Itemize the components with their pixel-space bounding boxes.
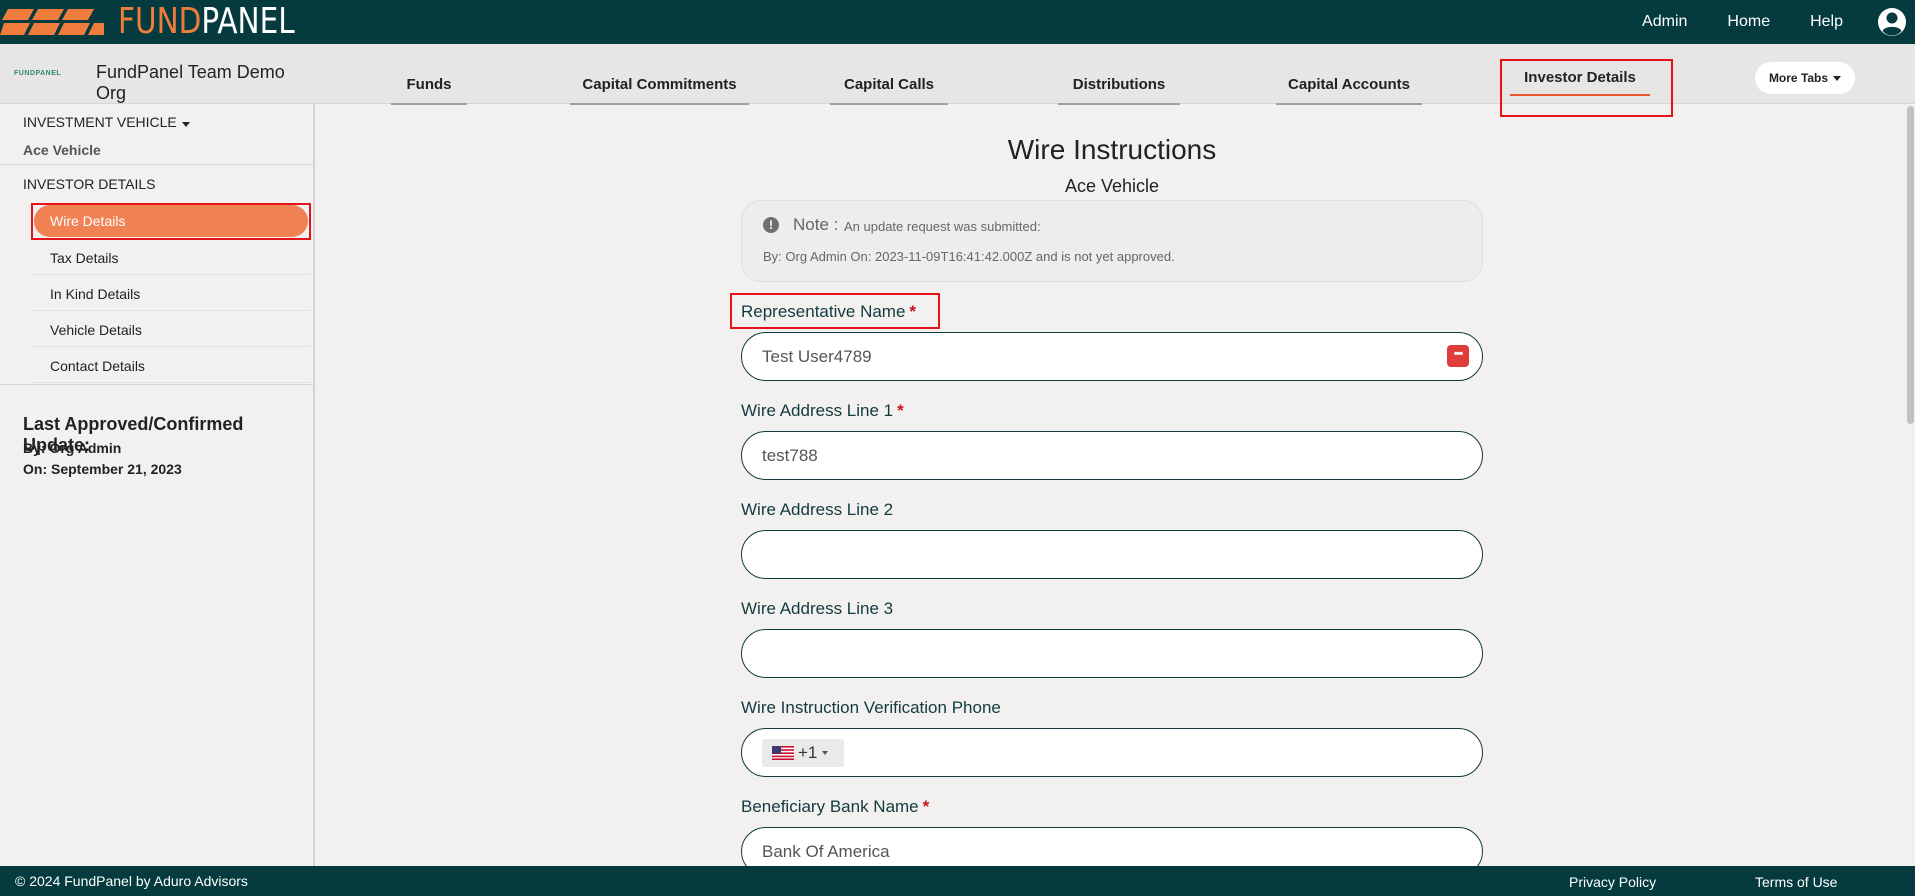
sidebar: INVESTMENT VEHICLE Ace Vehicle INVESTOR …	[0, 104, 315, 866]
exclamation-icon: !	[763, 217, 779, 233]
tab-label: Capital Accounts	[1288, 76, 1410, 93]
note-text-line2: By: Org Admin On: 2023-11-09T16:41:42.00…	[763, 249, 1175, 264]
page-title: Wire Instructions	[1007, 134, 1217, 165]
password-manager-icon[interactable]: •••	[1447, 345, 1469, 367]
divider	[0, 164, 313, 165]
chevron-down-icon	[1833, 75, 1842, 81]
logo-stripes-icon	[0, 9, 104, 35]
representative-name-label: Representative Name *	[741, 302, 916, 322]
beneficiary-bank-input[interactable]	[741, 827, 1483, 866]
privacy-policy-link[interactable]: Privacy Policy	[1569, 874, 1656, 890]
beneficiary-bank-label: Beneficiary Bank Name *	[741, 797, 929, 817]
representative-name-label-text: Representative Name	[741, 302, 906, 321]
wire-address-line1-label: Wire Address Line 1 *	[741, 401, 904, 421]
sidebar-item-contact-details[interactable]: Contact Details	[32, 349, 310, 383]
scrollbar-thumb[interactable]	[1907, 106, 1914, 424]
required-asterisk: *	[897, 401, 904, 420]
tab-capital-calls[interactable]: Capital Calls	[830, 44, 948, 105]
country-code: +1	[798, 743, 818, 762]
top-nav: Admin Home Help	[1642, 0, 1915, 44]
investor-details-heading: INVESTOR DETAILS	[23, 176, 156, 192]
more-tabs-label: More Tabs	[1768, 71, 1829, 85]
wire-address-line1-label-text: Wire Address Line 1	[741, 401, 894, 420]
tab-distributions[interactable]: Distributions	[1058, 44, 1180, 105]
investment-vehicle-dropdown[interactable]: INVESTMENT VEHICLE	[23, 114, 190, 130]
wire-address-line2-label: Wire Address Line 2	[741, 500, 894, 519]
main-content: Wire Instructions Ace Vehicle ! Note : A…	[317, 104, 1895, 866]
required-asterisk: *	[909, 302, 917, 321]
us-flag-icon	[772, 746, 794, 760]
top-bar: FUNDPANEL Admin Home Help	[0, 0, 1915, 44]
verification-phone-input[interactable]: +1	[741, 728, 1483, 777]
vehicle-name: Ace Vehicle	[23, 142, 101, 158]
note-text-line1: An update request was submitted:	[844, 219, 1041, 234]
tab-capital-accounts[interactable]: Capital Accounts	[1276, 44, 1422, 105]
logo-fund-text: FUND	[118, 1, 202, 42]
wire-address-line2-input[interactable]	[741, 530, 1483, 579]
last-update-by: By: Org Admin	[23, 440, 122, 456]
org-mini-logo: FUNDPANEL	[14, 70, 62, 77]
user-account-icon[interactable]	[1877, 7, 1907, 37]
tab-label: Distributions	[1072, 76, 1166, 93]
last-update-on: On: September 21, 2023	[23, 461, 182, 477]
representative-name-input[interactable]	[741, 332, 1483, 381]
footer-copyright: © 2024 FundPanel by Aduro Advisors	[15, 873, 248, 889]
required-asterisk: *	[922, 797, 930, 816]
wire-address-line1-input[interactable]	[741, 431, 1483, 480]
page-scrollbar[interactable]	[1905, 104, 1915, 866]
tab-label: Funds	[406, 76, 452, 93]
wire-address-line3-label: Wire Address Line 3	[741, 599, 894, 618]
investment-vehicle-heading: INVESTMENT VEHICLE	[23, 114, 177, 130]
tab-bar: FUNDPANEL FundPanel Team Demo Org Funds …	[0, 44, 1915, 117]
chevron-down-icon	[181, 122, 190, 127]
page-subtitle: Ace Vehicle	[1064, 176, 1160, 196]
org-header: FUNDPANEL FundPanel Team Demo Org	[0, 44, 314, 104]
more-tabs-button[interactable]: More Tabs	[1755, 62, 1855, 94]
chevron-down-icon	[822, 751, 829, 755]
tab-label: Capital Calls	[843, 76, 935, 93]
admin-link[interactable]: Admin	[1642, 13, 1687, 31]
logo-wordmark: FUNDPANEL	[118, 0, 295, 44]
country-code-select[interactable]: +1	[762, 739, 844, 767]
sidebar-item-in-kind-details[interactable]: In Kind Details	[32, 277, 310, 311]
logo-panel-text: PANEL	[201, 1, 295, 42]
fundpanel-logo[interactable]: FUNDPANEL	[0, 0, 333, 44]
tab-underline-active	[1510, 94, 1650, 96]
sidebar-item-tax-details[interactable]: Tax Details	[32, 241, 310, 275]
tab-capital-commitments[interactable]: Capital Commitments	[570, 44, 749, 105]
sidebar-item-vehicle-details[interactable]: Vehicle Details	[32, 313, 310, 347]
divider	[0, 384, 313, 385]
verification-phone-label: Wire Instruction Verification Phone	[741, 698, 1001, 717]
tab-investor-details[interactable]: Investor Details	[1510, 44, 1650, 104]
wire-address-line3-input[interactable]	[741, 629, 1483, 678]
footer: © 2024 FundPanel by Aduro Advisors Priva…	[0, 866, 1915, 896]
beneficiary-bank-label-text: Beneficiary Bank Name	[741, 797, 919, 816]
home-link[interactable]: Home	[1727, 13, 1770, 31]
help-link[interactable]: Help	[1810, 13, 1843, 31]
org-name: FundPanel Team Demo Org	[96, 62, 285, 103]
tab-label: Capital Commitments	[582, 76, 737, 93]
tab-funds[interactable]: Funds	[391, 44, 467, 105]
terms-of-use-link[interactable]: Terms of Use	[1755, 874, 1837, 890]
tab-label: Investor Details	[1524, 69, 1636, 86]
note-label: Note :	[793, 215, 839, 234]
update-note: ! Note : An update request was submitted…	[741, 200, 1483, 282]
sidebar-item-wire-details[interactable]: Wire Details	[34, 205, 308, 237]
